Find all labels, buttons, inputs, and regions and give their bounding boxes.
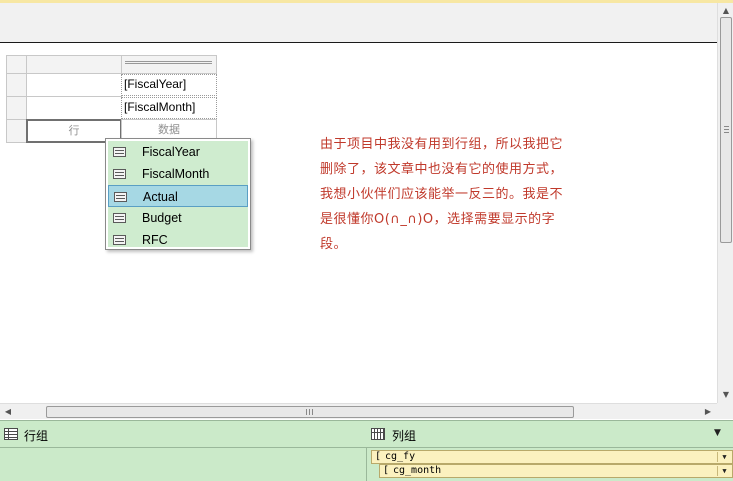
chevron-down-icon[interactable]: ▼	[717, 466, 731, 476]
column-group-item-cg-fy[interactable]: [ cg_fy ▼	[371, 450, 733, 464]
field-icon	[113, 169, 126, 179]
column-groups-title: 列组	[392, 429, 417, 443]
horizontal-scroll-thumb[interactable]	[46, 406, 574, 418]
scroll-left-icon[interactable]: ◀	[0, 404, 16, 420]
chevron-down-icon[interactable]: ▼	[717, 452, 731, 462]
vertical-scrollbar[interactable]: ▲ ▼	[717, 3, 733, 403]
field-item-fiscalmonth[interactable]: FiscalMonth	[108, 163, 248, 185]
annotation-note: 由于项目中我没有用到行组，所以我把它 删除了，该文章中也没有它的使用方式， 我想…	[320, 132, 595, 257]
row-handle-2[interactable]	[6, 96, 27, 120]
corner-cell-1[interactable]	[26, 73, 122, 97]
field-item-label: FiscalMonth	[142, 167, 210, 181]
field-icon	[113, 147, 126, 157]
report-design-surface[interactable]: [FiscalYear] [FiscalMonth] 行 数据 由于项目中我没有…	[0, 44, 717, 403]
column-group-name: cg_month	[393, 465, 442, 476]
row-groups-icon	[4, 428, 18, 440]
note-line: 段。	[320, 237, 348, 252]
corner-cell-2[interactable]	[26, 96, 122, 120]
scroll-down-icon[interactable]: ▼	[718, 387, 733, 403]
vertical-scroll-thumb[interactable]	[720, 17, 732, 243]
column-handle-1[interactable]	[26, 55, 122, 74]
column-groups-icon	[371, 428, 385, 440]
row-handle-1[interactable]	[6, 73, 27, 97]
column-group-name: cg_fy	[385, 451, 416, 462]
grouping-menu-dropdown-icon[interactable]: ▼	[714, 428, 721, 438]
field-icon	[113, 213, 126, 223]
scroll-right-icon[interactable]: ▶	[700, 404, 716, 420]
field-picker-dropdown[interactable]: FiscalYear FiscalMonth Actual Budget RFC	[105, 138, 251, 250]
column-group-item-cg-month[interactable]: [ cg_month ▼	[379, 464, 733, 478]
group-bracket-icon: [	[383, 465, 390, 476]
note-line: 是很懂你O(∩_∩)O，选择需要显示的字	[320, 212, 556, 227]
row-groups-title: 行组	[24, 429, 49, 443]
fiscal-year-header-cell[interactable]: [FiscalYear]	[121, 74, 217, 96]
field-item-label: FiscalYear	[142, 145, 200, 159]
grip-icon	[306, 409, 313, 415]
column-groups-panel[interactable]: [ cg_fy ▼ [ cg_month ▼	[366, 448, 733, 481]
tablix-corner-handle[interactable]	[6, 55, 27, 74]
field-item-label: Budget	[142, 211, 182, 225]
field-icon	[113, 235, 126, 245]
field-item-fiscalyear[interactable]: FiscalYear	[108, 141, 248, 163]
column-handle-2[interactable]	[121, 55, 217, 74]
field-list: FiscalYear FiscalMonth Actual Budget RFC	[108, 141, 248, 247]
column-group-indicator	[125, 61, 212, 64]
field-item-rfc[interactable]: RFC	[108, 229, 248, 251]
toolbar-area	[0, 3, 733, 43]
field-item-label: RFC	[142, 233, 168, 247]
note-line: 删除了，该文章中也没有它的使用方式，	[320, 162, 564, 177]
field-item-label: Actual	[143, 190, 178, 204]
field-item-actual[interactable]: Actual	[108, 185, 248, 207]
horizontal-scrollbar[interactable]: ◀ ▶	[0, 403, 717, 419]
grouping-header: 行组 列组 ▼	[0, 420, 733, 448]
row-handle-3[interactable]	[6, 119, 27, 143]
scrollbar-corner	[717, 403, 733, 419]
grip-icon	[724, 126, 729, 133]
fiscal-month-header-cell[interactable]: [FiscalMonth]	[121, 97, 217, 119]
group-bracket-icon: [	[375, 451, 382, 462]
field-item-budget[interactable]: Budget	[108, 207, 248, 229]
row-groups-panel[interactable]	[0, 448, 366, 481]
note-line: 我想小伙伴们应该能举一反三的。我是不	[320, 187, 564, 202]
field-icon	[114, 192, 127, 202]
note-line: 由于项目中我没有用到行组，所以我把它	[320, 137, 564, 152]
